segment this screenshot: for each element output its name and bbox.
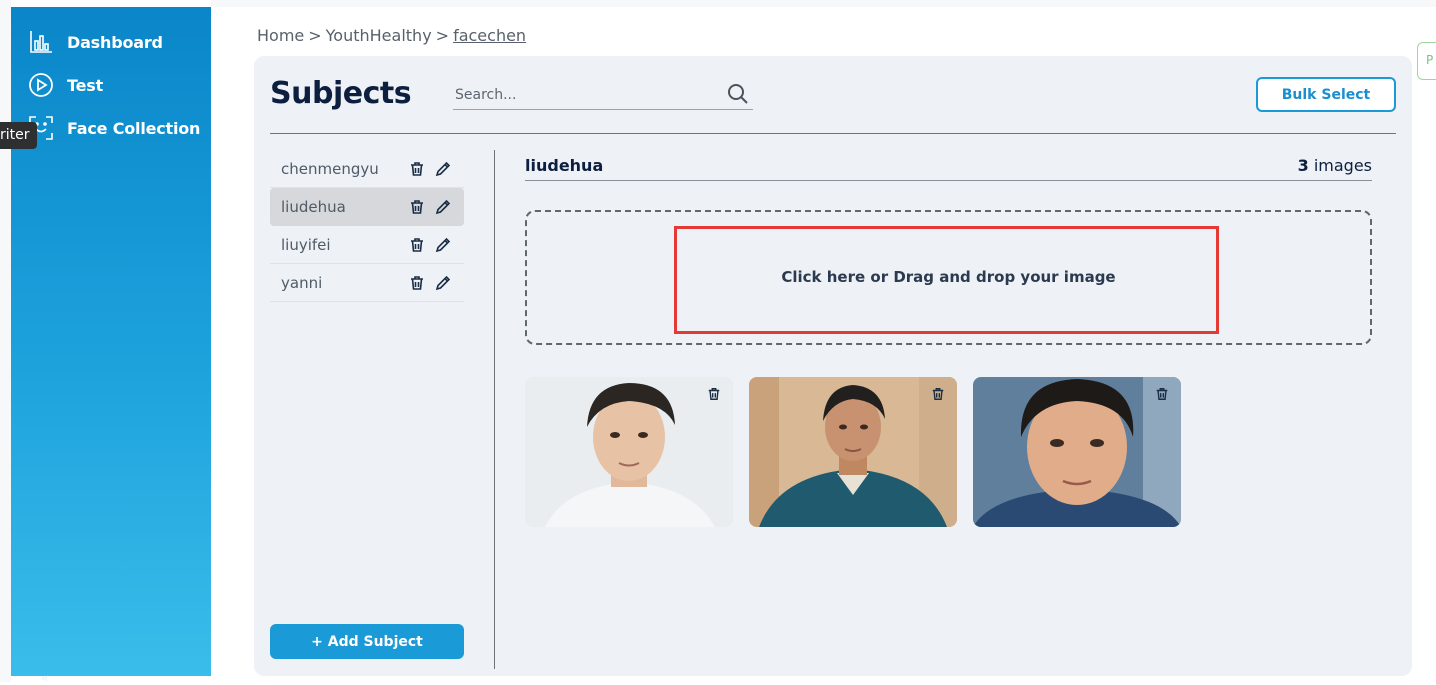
sidebar: Dashboard Test Face Collection « — [11, 7, 211, 685]
subject-item-liudehua[interactable]: liudehua — [270, 188, 464, 226]
sidebar-item-face-collection[interactable]: Face Collection — [28, 113, 200, 143]
pencil-icon[interactable] — [435, 161, 451, 177]
portrait-image — [749, 377, 957, 527]
subject-image-3[interactable] — [973, 377, 1181, 527]
tooltip: riter — [0, 122, 37, 149]
pencil-icon[interactable] — [435, 275, 451, 291]
pencil-icon[interactable] — [435, 199, 451, 215]
portrait-image — [973, 377, 1181, 527]
image-count: 3 images — [1298, 156, 1372, 175]
page-title: Subjects — [270, 76, 412, 111]
sidebar-item-label: Test — [67, 75, 104, 95]
play-circle-icon — [28, 72, 54, 98]
subject-name: yanni — [281, 273, 323, 292]
trash-icon[interactable] — [1155, 386, 1169, 402]
subject-name: liudehua — [281, 197, 346, 216]
breadcrumb: Home > YouthHealthy > facechen — [257, 26, 526, 45]
subject-name: liuyifei — [281, 235, 331, 254]
sidebar-item-label: Face Collection — [67, 118, 201, 138]
subject-item-chenmengyu[interactable]: chenmengyu — [270, 150, 464, 188]
search-icon[interactable] — [727, 83, 749, 109]
sidebar-item-label: Dashboard — [67, 32, 163, 52]
breadcrumb-home[interactable]: Home — [257, 26, 304, 45]
divider — [270, 133, 1396, 134]
search-bar — [453, 78, 753, 110]
subject-list: chenmengyu liudehua liuyifei yanni — [270, 150, 464, 302]
trash-icon[interactable] — [409, 161, 425, 177]
image-count-number: 3 — [1297, 156, 1309, 175]
breadcrumb-separator: > — [435, 26, 450, 45]
subject-image-1[interactable] — [525, 377, 733, 527]
selected-subject-name: liudehua — [525, 156, 604, 175]
search-input[interactable] — [455, 84, 715, 106]
image-count-suffix: images — [1313, 156, 1372, 175]
subject-image-2[interactable] — [749, 377, 957, 527]
breadcrumb-current[interactable]: facechen — [453, 26, 526, 45]
breadcrumb-project[interactable]: YouthHealthy — [326, 26, 432, 45]
subject-item-yanni[interactable]: yanni — [270, 264, 464, 302]
subject-name: chenmengyu — [281, 159, 379, 178]
trash-icon[interactable] — [409, 275, 425, 291]
top-strip — [211, 0, 1436, 7]
edge-tab-button[interactable]: P — [1417, 42, 1436, 80]
trash-icon[interactable] — [707, 386, 721, 402]
collapse-sidebar-icon[interactable]: « — [41, 671, 48, 685]
subjects-panel: Subjects Bulk Select chenmengyu liudehua… — [254, 56, 1412, 676]
add-subject-button[interactable]: + Add Subject — [270, 624, 464, 659]
sidebar-item-test[interactable]: Test — [28, 70, 103, 100]
sidebar-item-dashboard[interactable]: Dashboard — [28, 27, 163, 57]
image-dropzone[interactable]: Click here or Drag and drop your image — [525, 210, 1372, 345]
bulk-select-button[interactable]: Bulk Select — [1256, 77, 1396, 112]
edge-tab-label: P — [1426, 53, 1434, 67]
dropzone-text: Click here or Drag and drop your image — [781, 268, 1116, 286]
portrait-image — [525, 377, 733, 527]
breadcrumb-separator: > — [308, 26, 322, 45]
trash-icon[interactable] — [409, 237, 425, 253]
left-edge-strip — [0, 0, 11, 682]
trash-icon[interactable] — [409, 199, 425, 215]
pencil-icon[interactable] — [435, 237, 451, 253]
detail-divider — [525, 180, 1372, 181]
subject-item-liuyifei[interactable]: liuyifei — [270, 226, 464, 264]
vertical-divider — [494, 150, 495, 669]
trash-icon[interactable] — [931, 386, 945, 402]
chart-icon — [28, 29, 54, 55]
